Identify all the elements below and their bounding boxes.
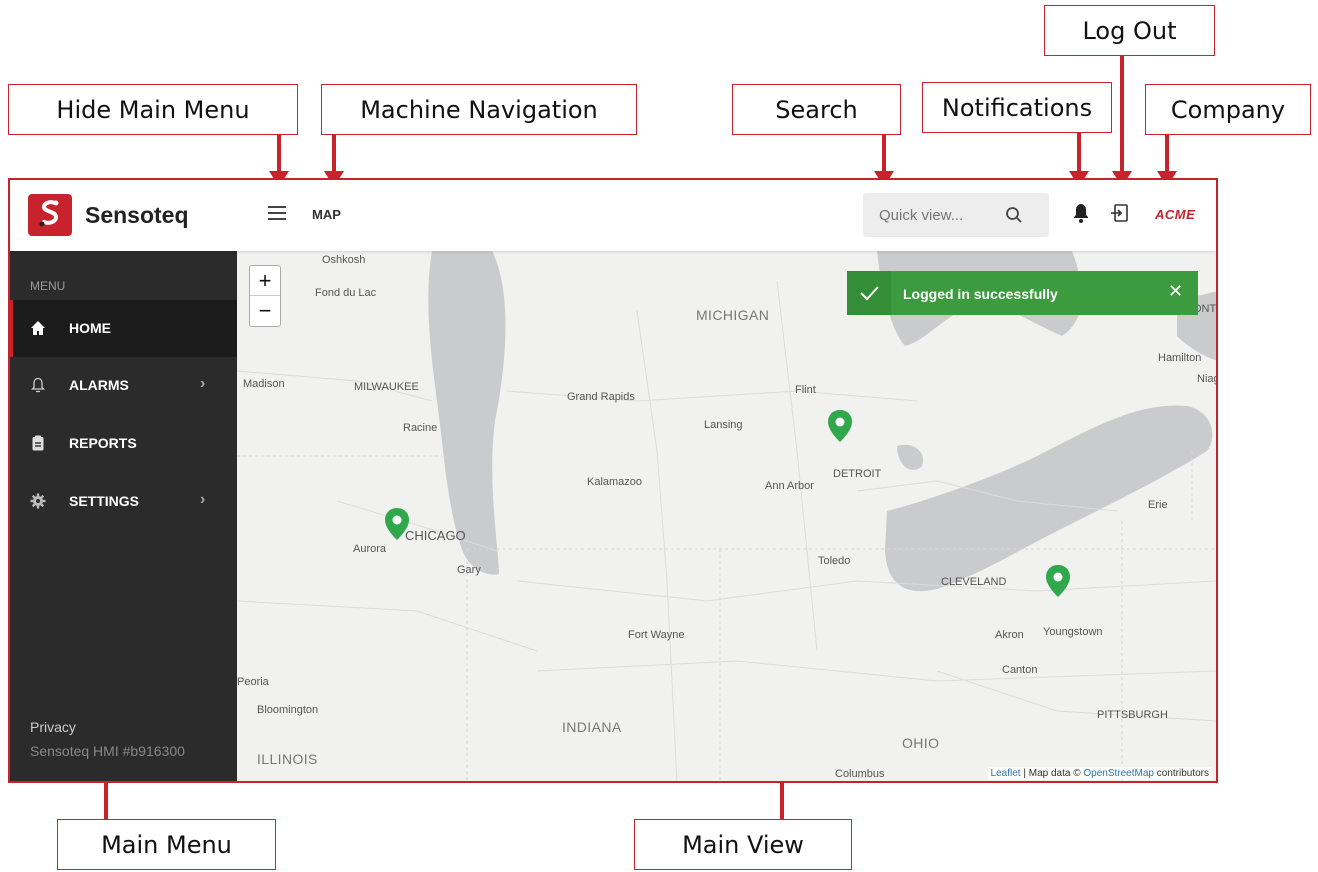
map-city-label: CHICAGO [405, 528, 466, 543]
sidebar-item-label: SETTINGS [69, 493, 140, 509]
main-view-map[interactable]: MICHIGAN INDIANA ILLINOIS OHIO Oshkosh F… [237, 251, 1218, 781]
map-city-label: Columbus [835, 768, 885, 780]
map-state-label: ILLINOIS [257, 751, 318, 767]
arrow-hide-menu [269, 135, 289, 187]
sidebar-item-label: HOME [69, 320, 111, 336]
toast-message: Logged in successfully [903, 286, 1058, 302]
arrow-log-out [1112, 56, 1132, 187]
arrow-search [874, 135, 894, 187]
page-title: MAP [312, 207, 341, 222]
logo-icon [28, 194, 72, 236]
callout-main-view: Main View [634, 819, 852, 870]
map-city-label: Oshkosh [322, 254, 366, 266]
log-out-icon[interactable] [1110, 203, 1130, 223]
home-icon [31, 321, 45, 335]
chevron-right-icon: › [200, 491, 206, 508]
map-city-label: CLEVELAND [941, 576, 1007, 588]
map-city-label: Niag [1197, 373, 1218, 385]
sidebar-item-settings[interactable]: SETTINGS › [10, 473, 237, 530]
map-background [237, 251, 1216, 781]
map-city-label: Ann Arbor [765, 480, 814, 492]
zoom-out-button[interactable]: − [250, 296, 280, 326]
map-city-label: Hamilton [1158, 352, 1202, 364]
search-input[interactable] [879, 193, 999, 237]
map-city-label: Akron [995, 629, 1024, 641]
osm-link[interactable]: OpenStreetMap [1083, 768, 1154, 779]
hamburger-menu-icon[interactable] [268, 206, 286, 220]
map-city-label: Lansing [704, 419, 743, 431]
map-city-label: Peoria [237, 676, 269, 688]
notification-toast: Logged in successfully ✕ [847, 271, 1198, 315]
callout-notifications: Notifications [922, 82, 1112, 133]
zoom-control: + − [249, 265, 281, 327]
map-city-label: MILWAUKEE [354, 381, 419, 393]
sidebar-item-home[interactable]: HOME [10, 300, 237, 357]
callout-hide-main-menu: Hide Main Menu [8, 84, 298, 135]
map-city-label: Aurora [353, 543, 387, 555]
clipboard-icon [32, 435, 44, 451]
brand-name: Sensoteq [85, 202, 189, 228]
arrow-notifications [1069, 133, 1089, 187]
map-city-label: Bloomington [257, 704, 319, 716]
map-city-label: Madison [243, 378, 285, 390]
leaflet-link[interactable]: Leaflet [991, 768, 1021, 779]
arrow-machine-nav [324, 135, 344, 187]
map-city-label: Toledo [818, 555, 851, 567]
map-city-label: Flint [795, 384, 816, 396]
zoom-in-button[interactable]: + [250, 266, 280, 296]
map-attribution: Leaflet | Map data © OpenStreetMap contr… [987, 767, 1212, 780]
map-city-label: Erie [1148, 499, 1168, 511]
map-city-label: Grand Rapids [567, 391, 635, 403]
callout-company: Company [1145, 84, 1311, 135]
map-city-label: Youngstown [1043, 626, 1103, 638]
gear-icon [30, 493, 46, 509]
callout-main-menu: Main Menu [57, 819, 276, 870]
map-city-label: Gary [457, 564, 481, 576]
sidebar-item-label: ALARMS [69, 377, 129, 393]
callout-log-out: Log Out [1044, 5, 1215, 56]
map-city-label: Canton [1002, 664, 1038, 676]
attribution-text: | Map data © [1020, 768, 1084, 779]
map-state-label: OHIO [902, 735, 940, 751]
map-city-label: Fort Wayne [628, 629, 685, 641]
close-icon[interactable]: ✕ [1168, 281, 1183, 302]
map-city-label: PITTSBURGH [1097, 709, 1168, 721]
privacy-link[interactable]: Privacy [30, 719, 76, 735]
bell-icon[interactable] [1073, 203, 1089, 223]
search-box[interactable] [863, 193, 1049, 237]
top-bar: Sensoteq MAP ACME [10, 180, 1216, 251]
search-icon[interactable] [1005, 206, 1023, 224]
chevron-right-icon: › [200, 375, 206, 392]
check-icon [847, 271, 891, 315]
version-label: Sensoteq HMI #b916300 [30, 743, 185, 759]
callout-search: Search [732, 84, 901, 135]
arrow-company [1157, 135, 1177, 187]
map-city-label: Fond du Lac [315, 287, 377, 299]
menu-heading: MENU [30, 279, 66, 293]
map-city-label: Kalamazoo [587, 476, 643, 488]
app-window: Sensoteq MAP ACME MENU HOME ALARMS › REP… [8, 178, 1218, 783]
map-state-label: MICHIGAN [696, 307, 770, 323]
sidebar-item-label: REPORTS [69, 435, 137, 451]
map-city-label: Racine [403, 422, 438, 434]
sidebar-item-alarms[interactable]: ALARMS › [10, 357, 237, 414]
company-logo[interactable]: ACME [1155, 207, 1195, 222]
sidebar-item-reports[interactable]: REPORTS [10, 415, 237, 472]
callout-machine-navigation: Machine Navigation [321, 84, 637, 135]
main-menu: MENU HOME ALARMS › REPORTS SETTINGS › Pr… [10, 251, 237, 781]
bell-outline-icon [30, 377, 46, 393]
map-state-label: INDIANA [562, 719, 622, 735]
attribution-tail: contributors [1153, 768, 1209, 779]
map-city-label: DETROIT [833, 468, 882, 480]
